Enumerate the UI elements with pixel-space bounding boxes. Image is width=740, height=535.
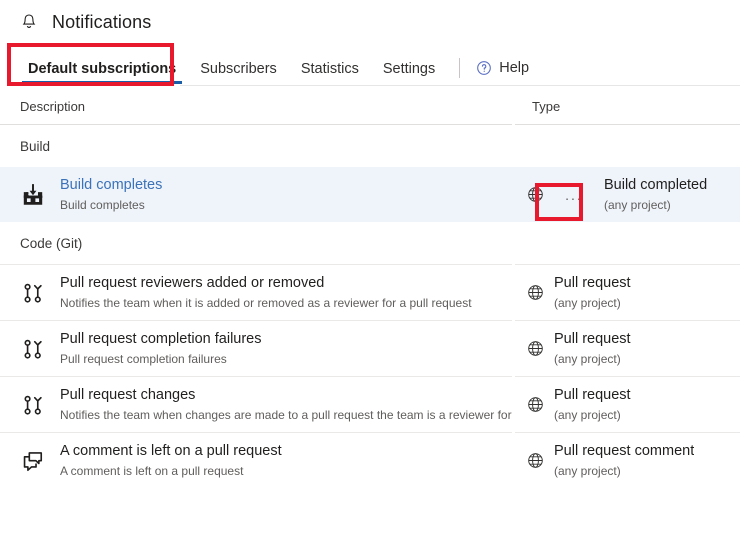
bell-icon bbox=[20, 12, 38, 32]
help-label: Help bbox=[499, 60, 530, 76]
row-text-block: Build completes Build completes bbox=[60, 176, 162, 214]
row-type-text-block: Pull request (any project) bbox=[554, 330, 631, 368]
row-type-scope: (any project) bbox=[554, 407, 621, 422]
tab-label: Default subscriptions bbox=[28, 61, 177, 77]
build-icon bbox=[16, 178, 50, 212]
row-description-cell: Pull request changes Notifies the team w… bbox=[0, 377, 512, 432]
row-type-text-block: Build completed (any project) bbox=[604, 176, 707, 214]
table-header-row: Description Type bbox=[0, 88, 740, 124]
help-link[interactable]: Help bbox=[472, 60, 537, 86]
row-text-block: Pull request reviewers added or removed … bbox=[60, 274, 472, 312]
row-type-scope: (any project) bbox=[604, 197, 671, 212]
row-type-title: Pull request bbox=[554, 386, 631, 403]
comment-icon bbox=[16, 444, 50, 478]
tab-subscribers[interactable]: Subscribers bbox=[188, 62, 289, 86]
table-row[interactable]: Pull request reviewers added or removed … bbox=[0, 265, 740, 320]
tabbar-divider bbox=[459, 58, 461, 78]
column-header-type: Type bbox=[532, 98, 561, 114]
column-header-description: Description bbox=[20, 98, 86, 114]
tab-statistics[interactable]: Statistics bbox=[289, 62, 371, 86]
table-row[interactable]: Pull request completion failures Pull re… bbox=[0, 321, 740, 376]
row-description-cell: A comment is left on a pull request A co… bbox=[0, 433, 512, 488]
row-subtitle: Notifies the team when changes are made … bbox=[60, 407, 512, 422]
row-type-cell: Pull request (any project) bbox=[512, 265, 740, 320]
group-header-code-git: Code (Git) bbox=[20, 235, 83, 251]
table-row[interactable]: Build completes Build completes ... Buil… bbox=[0, 167, 740, 222]
row-type-text-block: Pull request (any project) bbox=[554, 274, 631, 312]
tabbar-baseline bbox=[180, 85, 740, 86]
globe-icon bbox=[526, 284, 544, 302]
row-type-title: Build completed bbox=[604, 176, 708, 193]
tab-settings[interactable]: Settings bbox=[371, 62, 447, 86]
tab-label: Statistics bbox=[300, 61, 359, 77]
row-type-scope: (any project) bbox=[554, 351, 621, 366]
help-circle-icon bbox=[476, 60, 492, 76]
row-title-link[interactable]: Build completes bbox=[60, 176, 162, 195]
row-type-cell: ... Build completed (any project) bbox=[512, 167, 740, 222]
subscriptions-table: Description Type Build Build completes B… bbox=[0, 88, 740, 488]
table-row[interactable]: A comment is left on a pull request A co… bbox=[0, 433, 740, 488]
tabbar: Default subscriptions Subscribers Statis… bbox=[0, 44, 740, 86]
globe-icon bbox=[526, 340, 544, 358]
row-type-text-block: Pull request (any project) bbox=[554, 386, 631, 424]
row-type-cell: Pull request comment (any project) bbox=[512, 433, 740, 488]
page-title: Notifications bbox=[52, 11, 152, 32]
row-type-text-block: Pull request comment (any project) bbox=[554, 442, 694, 480]
row-text-block: Pull request changes Notifies the team w… bbox=[60, 386, 512, 424]
row-title: Pull request reviewers added or removed bbox=[60, 274, 325, 291]
row-subtitle: Pull request completion failures bbox=[60, 351, 227, 366]
row-subtitle: A comment is left on a pull request bbox=[60, 463, 244, 478]
tab-label: Settings bbox=[382, 61, 436, 77]
row-title: Pull request completion failures bbox=[60, 330, 262, 347]
table-header-rule bbox=[0, 124, 740, 125]
group-header-build: Build bbox=[20, 138, 51, 154]
page-header: Notifications bbox=[0, 0, 740, 44]
row-title: Pull request changes bbox=[60, 386, 196, 403]
row-type-title: Pull request bbox=[554, 330, 631, 347]
tab-default-subscriptions[interactable]: Default subscriptions bbox=[16, 62, 188, 86]
table-row[interactable]: Pull request changes Notifies the team w… bbox=[0, 377, 740, 432]
row-context-menu-button[interactable]: ... bbox=[554, 181, 594, 209]
tab-label: Subscribers bbox=[200, 61, 277, 77]
row-description-cell: Build completes Build completes bbox=[0, 167, 512, 222]
tabbar-container: Default subscriptions Subscribers Statis… bbox=[0, 44, 740, 86]
pull-request-icon bbox=[16, 332, 50, 366]
row-type-scope: (any project) bbox=[554, 295, 621, 310]
row-type-title: Pull request comment bbox=[554, 442, 695, 459]
row-type-cell: Pull request (any project) bbox=[512, 321, 740, 376]
row-text-block: Pull request completion failures Pull re… bbox=[60, 330, 262, 368]
row-description-cell: Pull request reviewers added or removed … bbox=[0, 265, 512, 320]
row-title: A comment is left on a pull request bbox=[60, 442, 282, 459]
row-type-cell: Pull request (any project) bbox=[512, 377, 740, 432]
row-text-block: A comment is left on a pull request A co… bbox=[60, 442, 282, 480]
pull-request-icon bbox=[16, 276, 50, 310]
row-description-cell: Pull request completion failures Pull re… bbox=[0, 321, 512, 376]
globe-icon bbox=[526, 396, 544, 414]
row-type-scope: (any project) bbox=[554, 463, 621, 478]
pull-request-icon bbox=[16, 388, 50, 422]
row-subtitle: Build completes bbox=[60, 197, 145, 212]
globe-icon bbox=[526, 186, 544, 204]
row-subtitle: Notifies the team when it is added or re… bbox=[60, 295, 472, 310]
globe-icon bbox=[526, 452, 544, 470]
row-type-title: Pull request bbox=[554, 274, 631, 291]
